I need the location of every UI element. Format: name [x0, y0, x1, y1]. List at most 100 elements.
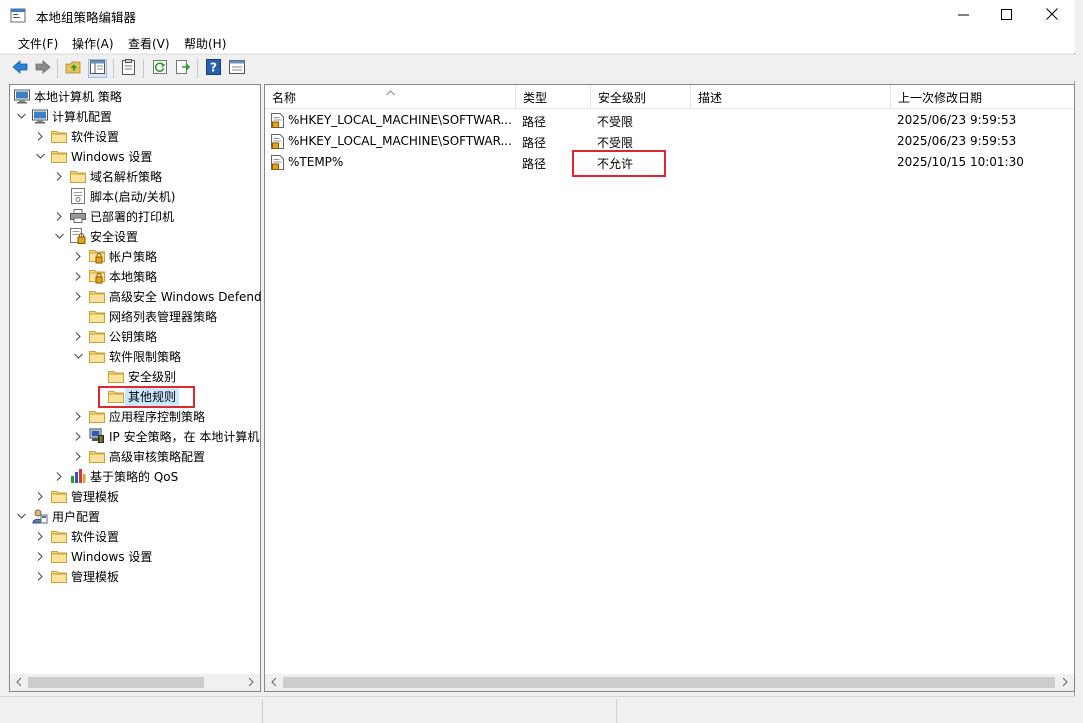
tree-node-app-control[interactable]: 应用程序控制策略 — [73, 406, 205, 426]
tree-horizontal-scrollbar[interactable] — [10, 674, 260, 691]
tree-node-label: 计算机配置 — [52, 109, 113, 124]
refresh-button[interactable] — [150, 59, 169, 78]
cell-level: 不受限 — [597, 136, 634, 150]
tree-node-user-admin[interactable]: 管理模板 — [35, 566, 119, 586]
show-tree-button[interactable] — [88, 59, 107, 78]
chevron-right-icon[interactable] — [35, 531, 45, 541]
help-button[interactable]: ? — [204, 59, 223, 78]
folder-icon — [89, 408, 105, 424]
back-icon — [11, 60, 28, 77]
tree-node-software-settings[interactable]: 软件设置 — [35, 126, 119, 146]
path-rule-icon — [271, 155, 284, 173]
properties-icon — [122, 59, 135, 78]
chevron-down-icon[interactable] — [16, 111, 26, 121]
chevron-right-icon[interactable] — [35, 131, 45, 141]
menu-bar: 文件(F) 操作(A) 查看(V) 帮助(H) — [0, 31, 1075, 53]
minimize-button[interactable] — [940, 0, 986, 31]
properties-button[interactable] — [119, 59, 138, 78]
view-button[interactable] — [227, 59, 246, 78]
folder-icon — [51, 128, 67, 144]
tree-node-srp[interactable]: 软件限制策略 — [73, 346, 181, 366]
column-name[interactable]: 名称 — [265, 85, 516, 109]
tree-node-root[interactable]: 本地计算机 策略 — [14, 86, 122, 106]
folder-lock-icon — [89, 268, 105, 284]
tree-node-ipsec[interactable]: IP 安全策略，在 本地计算机 — [73, 426, 259, 446]
chevron-right-icon[interactable] — [73, 291, 83, 301]
tree-node-label: 管理模板 — [71, 569, 120, 584]
tree-node-user-software[interactable]: 软件设置 — [35, 526, 119, 546]
tree-node-local-policy[interactable]: 本地策略 — [73, 266, 157, 286]
menu-view[interactable]: 查看(V) — [128, 35, 170, 52]
scroll-right-icon[interactable] — [1059, 676, 1071, 688]
export-button[interactable] — [173, 59, 192, 78]
tree-node-admin-templates[interactable]: 管理模板 — [35, 486, 119, 506]
chevron-right-icon[interactable] — [73, 451, 83, 461]
tree-node-audit[interactable]: 高级审核策略配置 — [73, 446, 205, 466]
menu-action[interactable]: 操作(A) — [72, 35, 114, 52]
tree-node-label: 已部署的打印机 — [90, 209, 175, 224]
tree-scroll-thumb[interactable] — [28, 677, 204, 688]
tree-node-user-windows[interactable]: Windows 设置 — [35, 546, 152, 566]
chevron-down-icon[interactable] — [35, 151, 45, 161]
tree-node-label: Windows 设置 — [71, 549, 153, 564]
scroll-left-icon[interactable] — [13, 676, 25, 688]
tree-node-security-levels[interactable]: 安全级别 — [92, 366, 176, 386]
tree-node-label: 帐户策略 — [109, 249, 158, 264]
chevron-down-icon[interactable] — [16, 511, 26, 521]
chevron-down-icon[interactable] — [73, 351, 83, 361]
details-pane[interactable]: 名称 类型 安全级别 描述 上一次修改日期 %HKEY_LOCAL_MACHIN… — [264, 84, 1075, 692]
tree-node-qos[interactable]: 基于策略的 QoS — [54, 466, 178, 486]
close-button[interactable] — [1029, 0, 1075, 31]
column-type[interactable]: 类型 — [516, 85, 591, 109]
list-scroll-thumb[interactable] — [283, 677, 1055, 688]
menu-help[interactable]: 帮助(H) — [184, 35, 226, 52]
tree-node-label: 网络列表管理器策略 — [109, 309, 218, 324]
background-edge — [1076, 0, 1083, 723]
tree-node-label: 应用程序控制策略 — [109, 409, 206, 424]
table-row[interactable]: %HKEY_LOCAL_MACHINE\SOFTWAR... 路径 不受限 2025/… — [265, 110, 1074, 131]
column-last-modified[interactable]: 上一次修改日期 — [891, 85, 1074, 109]
tree-node-dns-policy[interactable]: 域名解析策略 — [54, 166, 162, 186]
chevron-right-icon[interactable] — [73, 431, 83, 441]
show-tree-icon — [90, 60, 105, 77]
tree-node-printers[interactable]: 已部署的打印机 — [54, 206, 174, 226]
tree-node-scripts[interactable]: 脚本(启动/关机) — [54, 186, 175, 206]
tree-node-public-key[interactable]: 公钥策略 — [73, 326, 157, 346]
folder-icon — [70, 168, 86, 184]
chevron-right-icon[interactable] — [73, 411, 83, 421]
cell-name: %HKEY_LOCAL_MACHINE\SOFTWAR... — [288, 113, 512, 127]
chevron-down-icon[interactable] — [54, 231, 64, 241]
tree-node-account-policy[interactable]: 帐户策略 — [73, 246, 157, 266]
chevron-right-icon[interactable] — [54, 171, 64, 181]
column-security-level[interactable]: 安全级别 — [591, 85, 691, 109]
scroll-right-icon[interactable] — [245, 676, 257, 688]
list-horizontal-scrollbar[interactable] — [265, 674, 1074, 691]
chevron-right-icon[interactable] — [73, 271, 83, 281]
up-folder-button[interactable] — [64, 59, 83, 78]
table-row[interactable]: %HKEY_LOCAL_MACHINE\SOFTWAR... 路径 不受限 2025/… — [265, 131, 1074, 152]
security-settings-icon — [70, 228, 86, 244]
column-description[interactable]: 描述 — [691, 85, 891, 109]
table-row[interactable]: %TEMP% 路径 不允许 2025/10/15 10:01:30 — [265, 152, 1074, 173]
chevron-right-icon[interactable] — [73, 251, 83, 261]
export-icon — [175, 59, 191, 78]
chevron-right-icon[interactable] — [35, 491, 45, 501]
chevron-right-icon[interactable] — [35, 571, 45, 581]
tree-node-user-config[interactable]: 用户配置 — [16, 506, 100, 526]
tree-node-security-settings[interactable]: 安全设置 — [54, 226, 138, 246]
tree-node-network-list[interactable]: 网络列表管理器策略 — [73, 306, 217, 326]
column-header: 名称 类型 安全级别 描述 上一次修改日期 — [265, 85, 1074, 109]
tree-node-windows-settings[interactable]: Windows 设置 — [35, 146, 152, 166]
tree-node-firewall[interactable]: 高级安全 Windows Defend — [73, 286, 262, 306]
tree-node-computer-config[interactable]: 计算机配置 — [16, 106, 112, 126]
forward-button[interactable] — [33, 59, 52, 78]
chevron-right-icon[interactable] — [54, 211, 64, 221]
maximize-button[interactable] — [983, 0, 1029, 31]
scroll-left-icon[interactable] — [268, 676, 280, 688]
chevron-right-icon[interactable] — [35, 551, 45, 561]
menu-file[interactable]: 文件(F) — [18, 35, 58, 52]
chevron-right-icon[interactable] — [54, 471, 64, 481]
back-button[interactable] — [10, 59, 29, 78]
title-bar[interactable]: 本地组策略编辑器 — [0, 0, 1075, 31]
chevron-right-icon[interactable] — [73, 331, 83, 341]
